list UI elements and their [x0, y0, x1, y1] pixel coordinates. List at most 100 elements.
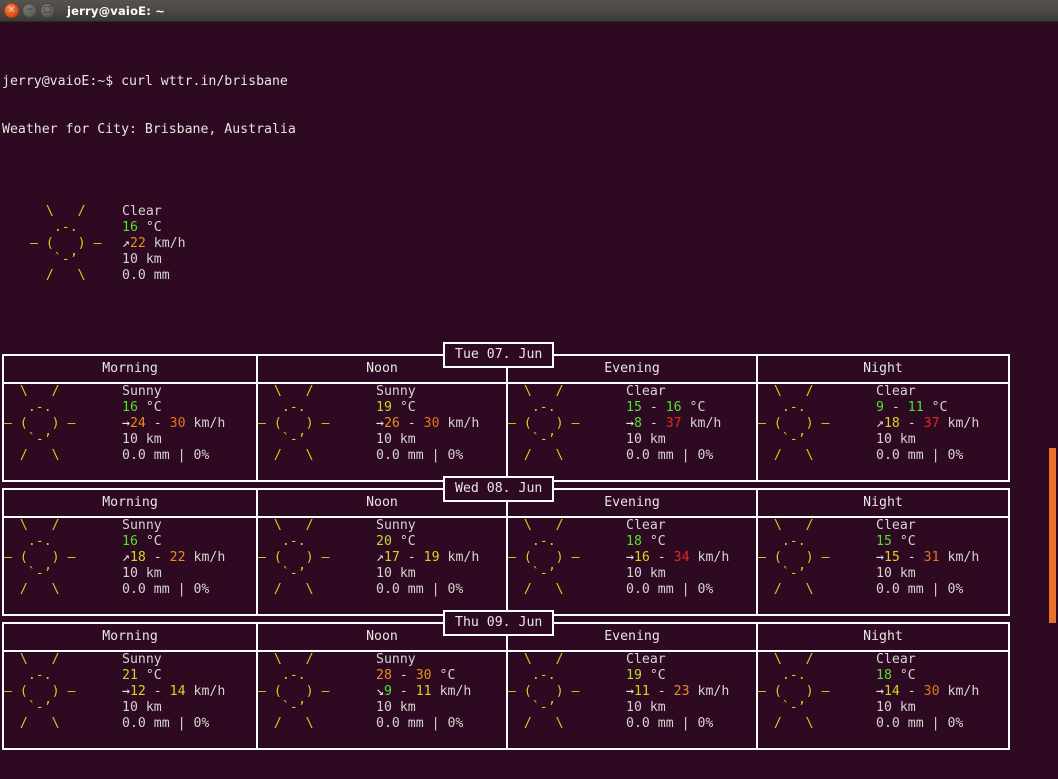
current-details: Clear 16 °C ↗22 km/h 10 km 0.0 mm: [122, 204, 1058, 284]
column-header-morning: Morning: [2, 354, 258, 384]
slot-visibility: 10 km: [376, 700, 416, 715]
weather-icon-sun: \ / .-. ― ( ) ― `-’ / \: [508, 384, 580, 463]
slot-temp-unit: °C: [681, 400, 706, 415]
sun-art-l2: .-.: [30, 220, 102, 235]
column-header-night: Night: [756, 354, 1010, 384]
forecast-cell-inner: \ / .-. ― ( ) ― `-’ / \ Clear 9 - 11 °C …: [758, 384, 1008, 464]
forecast-day: Wed 08. Jun Morning Noon Evening Night \ / .…: [0, 476, 1058, 616]
slot-wind-unit: km/h: [939, 550, 980, 565]
slot-visibility: 10 km: [122, 700, 162, 715]
forecast-cell-inner: \ / .-. ― ( ) ― `-’ / \ Clear 18 °C →14 …: [758, 652, 1008, 732]
window-controls: × − □: [4, 3, 55, 18]
maximize-icon[interactable]: □: [40, 3, 55, 18]
slot-temp-low: 20: [376, 534, 392, 549]
slot-wind-low: 18: [883, 416, 900, 431]
wind-arrow-icon: →: [122, 416, 130, 431]
forecast-data-row: \ / .-. ― ( ) ― `-’ / \ Sunny 21 °C →12 …: [2, 650, 1010, 750]
forecast-cell-details: Clear 18 °C →14 - 30 km/h 10 km 0.0 mm |…: [876, 652, 1008, 732]
forecast-cell: \ / .-. ― ( ) ― `-’ / \ Clear 18 °C →16 …: [506, 516, 758, 616]
forecast-cell: \ / .-. ― ( ) ― `-’ / \ Sunny 20 °C ↗17 …: [256, 516, 508, 616]
slot-condition: Sunny: [376, 518, 416, 533]
forecast-cell-details: Sunny 28 - 30 °C ↘9 - 11 km/h 10 km 0.0 …: [376, 652, 506, 732]
slot-wind-separator: -: [649, 550, 674, 565]
slot-wind-unit: km/h: [939, 684, 980, 699]
slot-condition: Sunny: [122, 518, 162, 533]
slot-temp-low: 9: [876, 400, 884, 415]
location-line: Weather for City: Brisbane, Australia: [2, 122, 296, 137]
slot-precipitation: 0.0 mm | 0%: [376, 448, 464, 463]
slot-temp-unit: °C: [923, 400, 948, 415]
slot-temp-high: 16: [665, 400, 682, 415]
weather-icon-sun: \ / .-. ― ( ) ― `-’ / \: [758, 384, 830, 463]
current-condition: Clear: [122, 204, 162, 219]
current-wind-unit: km/h: [145, 236, 186, 251]
wind-arrow-icon: ↗: [876, 416, 884, 431]
current-visibility: 10 km: [122, 252, 162, 267]
weather-icon-sun: \ / .-. ― ( ) ― `-’ / \: [758, 518, 830, 597]
sun-art-l1: \ /: [30, 204, 102, 219]
slot-wind-high: 31: [923, 550, 940, 565]
slot-visibility: 10 km: [122, 566, 162, 581]
column-header-night: Night: [756, 622, 1010, 652]
forecast-container: Tue 07. Jun Morning Noon Evening Night \ / .…: [0, 342, 1058, 750]
slot-wind-separator: -: [641, 416, 666, 431]
slot-visibility: 10 km: [626, 566, 666, 581]
slot-precipitation: 0.0 mm | 0%: [122, 582, 210, 597]
slot-wind-low: 9: [383, 684, 392, 699]
slot-temp-unit: °C: [891, 534, 916, 549]
slot-wind-unit: km/h: [185, 684, 226, 699]
wind-arrow-icon: →: [876, 550, 884, 565]
slot-temp-low: 19: [376, 400, 392, 415]
slot-wind-unit: km/h: [939, 416, 980, 431]
close-icon[interactable]: ×: [4, 3, 19, 18]
column-header-night: Night: [756, 488, 1010, 518]
slot-temp-low: 28: [376, 668, 392, 683]
sun-art-l3: ― ( ) ―: [30, 236, 102, 251]
forecast-data-row: \ / .-. ― ( ) ― `-’ / \ Sunny 16 °C ↗18 …: [2, 516, 1010, 616]
weather-icon-sun: \ / .-. ― ( ) ― `-’ / \: [4, 518, 76, 597]
forecast-cell-inner: \ / .-. ― ( ) ― `-’ / \ Sunny 28 - 30 °C…: [258, 652, 506, 732]
forecast-cell: \ / .-. ― ( ) ― `-’ / \ Sunny 28 - 30 °C…: [256, 650, 508, 750]
slot-precipitation: 0.0 mm | 0%: [876, 716, 964, 731]
slot-wind-low: 24: [129, 416, 146, 431]
slot-precipitation: 0.0 mm | 0%: [376, 716, 464, 731]
forecast-cell: \ / .-. ― ( ) ― `-’ / \ Sunny 16 °C →24 …: [2, 382, 258, 482]
slot-precipitation: 0.0 mm | 0%: [626, 448, 714, 463]
slot-wind-low: 12: [129, 684, 146, 699]
slot-temp-low: 18: [626, 534, 642, 549]
forecast-cell-inner: \ / .-. ― ( ) ― `-’ / \ Clear 19 °C →11 …: [508, 652, 756, 732]
slot-wind-high: 34: [673, 550, 690, 565]
terminal-body[interactable]: jerry@vaioE:~$ curl wttr.in/brisbane Wea…: [0, 22, 1058, 779]
sun-art-l4: `-’: [30, 252, 102, 267]
slot-wind-low: 15: [883, 550, 900, 565]
slot-temp-low: 18: [876, 668, 892, 683]
slot-visibility: 10 km: [626, 700, 666, 715]
slot-temp-unit: °C: [391, 534, 416, 549]
slot-precipitation: 0.0 mm | 0%: [876, 582, 964, 597]
slot-wind-high: 19: [423, 550, 440, 565]
slot-wind-high: 30: [423, 416, 440, 431]
slot-wind-unit: km/h: [689, 684, 730, 699]
forecast-cell: \ / .-. ― ( ) ― `-’ / \ Clear 9 - 11 °C …: [756, 382, 1010, 482]
slot-visibility: 10 km: [376, 566, 416, 581]
forecast-cell: \ / .-. ― ( ) ― `-’ / \ Sunny 19 °C →26 …: [256, 382, 508, 482]
slot-temp-separator: -: [883, 400, 908, 415]
current-conditions: \ / .-. ― ( ) ― `-’ / \ Clear 16 °C ↗22 …: [0, 204, 1058, 284]
slot-temp-unit: °C: [641, 534, 666, 549]
slot-wind-high: 37: [665, 416, 682, 431]
slot-temp-high: 30: [415, 668, 432, 683]
forecast-cell-inner: \ / .-. ― ( ) ― `-’ / \ Sunny 16 °C →24 …: [4, 384, 256, 464]
forecast-data-row: \ / .-. ― ( ) ― `-’ / \ Sunny 16 °C →24 …: [2, 382, 1010, 482]
slot-temp-low: 21: [122, 668, 138, 683]
minimize-icon[interactable]: −: [22, 3, 37, 18]
minimize-glyph: −: [25, 5, 34, 15]
slot-wind-separator: -: [399, 416, 424, 431]
forecast-cell: \ / .-. ― ( ) ― `-’ / \ Clear 15 - 16 °C…: [506, 382, 758, 482]
slot-wind-unit: km/h: [689, 550, 730, 565]
slot-wind-low: 18: [129, 550, 146, 565]
slot-visibility: 10 km: [876, 432, 916, 447]
forecast-cell-inner: \ / .-. ― ( ) ― `-’ / \ Sunny 21 °C →12 …: [4, 652, 256, 732]
forecast-cell: \ / .-. ― ( ) ― `-’ / \ Clear 15 °C →15 …: [756, 516, 1010, 616]
scrollbar[interactable]: [1049, 448, 1056, 623]
forecast-cell-details: Clear 18 °C →16 - 34 km/h 10 km 0.0 mm |…: [626, 518, 756, 598]
